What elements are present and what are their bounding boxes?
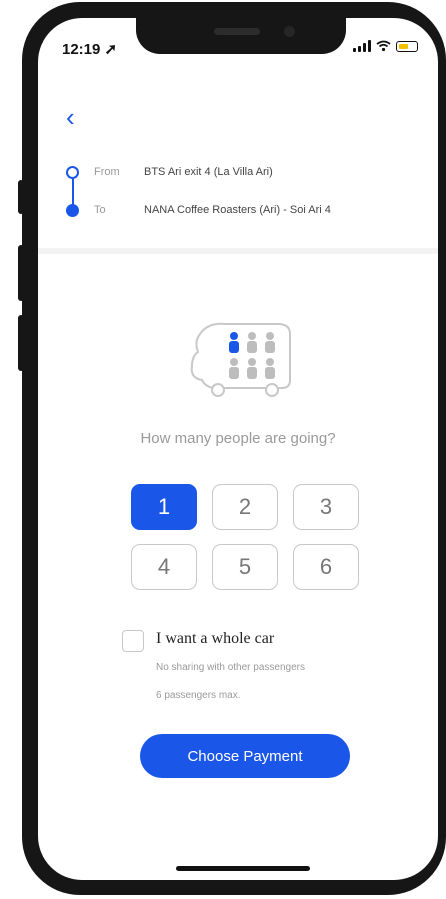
to-label: To xyxy=(94,204,106,216)
side-button xyxy=(18,180,24,214)
from-label: From xyxy=(94,166,120,178)
passenger-option-5[interactable]: 5 xyxy=(212,544,278,590)
status-icons xyxy=(353,40,418,52)
battery-icon xyxy=(396,41,418,52)
whole-car-note: No sharing with other passengers xyxy=(156,662,305,673)
destination-dot-icon xyxy=(66,204,79,217)
home-indicator[interactable] xyxy=(176,866,310,871)
passenger-option-1[interactable]: 1 xyxy=(131,484,197,530)
notch xyxy=(136,18,346,54)
passenger-count-grid: 1 2 3 4 5 6 xyxy=(131,484,361,590)
side-button xyxy=(18,315,24,371)
signal-icon xyxy=(353,40,371,52)
seat-selected-icon xyxy=(229,332,239,353)
side-button xyxy=(18,245,24,301)
origin-dot-icon xyxy=(66,166,79,179)
passenger-option-6[interactable]: 6 xyxy=(293,544,359,590)
wifi-icon xyxy=(376,40,391,52)
choose-payment-button[interactable]: Choose Payment xyxy=(140,734,350,778)
camera xyxy=(284,26,295,37)
speaker xyxy=(214,28,260,35)
passenger-question: How many people are going? xyxy=(140,430,336,447)
route-line xyxy=(72,179,74,205)
to-value[interactable]: NANA Coffee Roasters (Ari) - Soi Ari 4 xyxy=(144,204,331,216)
passenger-option-4[interactable]: 4 xyxy=(131,544,197,590)
whole-car-capacity: 6 passengers max. xyxy=(156,690,241,701)
whole-car-label[interactable]: I want a whole car xyxy=(156,630,274,648)
section-divider xyxy=(38,248,438,254)
shared-car-illustration xyxy=(190,322,291,397)
passenger-option-2[interactable]: 2 xyxy=(212,484,278,530)
status-time: 12:19 ➚ xyxy=(62,41,118,58)
back-button[interactable]: ‹ xyxy=(66,104,75,130)
whole-car-checkbox[interactable] xyxy=(122,630,144,652)
passenger-option-3[interactable]: 3 xyxy=(293,484,359,530)
app-screen: 12:19 ➚ ‹ From BTS Ari exit 4 (La Villa … xyxy=(38,18,438,880)
route-summary: From BTS Ari exit 4 (La Villa Ari) To NA… xyxy=(66,166,406,242)
from-value[interactable]: BTS Ari exit 4 (La Villa Ari) xyxy=(144,166,273,178)
